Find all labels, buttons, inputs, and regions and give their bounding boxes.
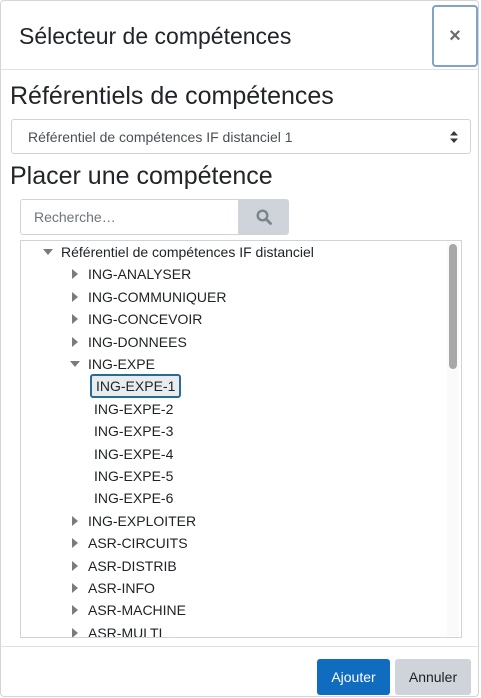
add-button[interactable]: Ajouter — [317, 659, 390, 695]
caret-right-icon[interactable] — [70, 291, 80, 302]
search-button[interactable] — [238, 199, 289, 235]
framework-select[interactable]: Référentiel de compétences IF distanciel… — [11, 119, 471, 154]
select-arrows-icon — [450, 131, 458, 143]
footer-divider — [1, 646, 478, 647]
caret-right-icon[interactable] — [70, 515, 80, 526]
tree-node-label: ING-EXPLOITER — [88, 512, 197, 529]
tree-node-label: Référentiel de compétences IF distanciel — [61, 244, 314, 260]
tree-leaf[interactable]: ING-EXPE-6 — [94, 487, 173, 509]
tree-node-label: ING-EXPE — [88, 356, 155, 372]
tree-leaf[interactable]: ING-EXPE-5 — [94, 465, 173, 487]
tree-node-label: ING-ANALYSER — [88, 266, 192, 283]
tree-leaf[interactable]: ING-EXPE-4 — [94, 443, 173, 465]
tree-node-label: ASR-CIRCUITS — [88, 535, 188, 552]
caret-down-icon[interactable] — [43, 247, 53, 257]
tree-node-label: ASR-MULTI — [88, 624, 163, 638]
tree-leaf[interactable]: ING-EXPE-3 — [94, 420, 173, 442]
tree-node-label: ASR-MACHINE — [88, 602, 187, 619]
tree-scrollbar-thumb[interactable] — [449, 244, 457, 369]
tree-node-label: ING-COMMUNIQUER — [88, 288, 227, 305]
tree-leaf[interactable]: ING-EXPE-2 — [94, 398, 173, 420]
framework-select-value: Référentiel de compétences IF distanciel… — [28, 129, 293, 145]
placement-heading: Placer une compétence — [10, 162, 273, 190]
frameworks-heading: Référentiels de compétences — [10, 82, 334, 110]
caret-right-icon[interactable] — [70, 583, 80, 593]
caret-right-icon[interactable] — [70, 269, 80, 280]
tree-leaf-selected[interactable]: ING-EXPE-1 — [90, 374, 182, 399]
dialog-title: Sélecteur de compétences — [19, 23, 292, 49]
tree-node-label: ASR-DISTRIB — [88, 557, 177, 574]
search-input[interactable] — [20, 199, 238, 235]
caret-right-icon[interactable] — [70, 336, 80, 347]
tree-node-label: ASR-INFO — [88, 580, 155, 596]
search-icon — [255, 209, 272, 225]
competency-tree: Référentiel de compétences IF distanciel… — [20, 240, 462, 638]
caret-right-icon[interactable] — [70, 314, 80, 325]
tree-node-label: ING-DONNEES — [88, 333, 187, 350]
tree-node-label: ING-CONCEVOIR — [88, 311, 203, 328]
caret-down-icon[interactable] — [70, 359, 80, 369]
caret-right-icon[interactable] — [70, 605, 80, 616]
caret-right-icon[interactable] — [70, 560, 80, 571]
caret-right-icon[interactable] — [70, 538, 80, 549]
close-icon: × — [449, 24, 461, 47]
caret-right-icon[interactable] — [70, 627, 80, 638]
cancel-button[interactable]: Annuler — [395, 659, 471, 695]
competency-picker-dialog: Sélecteur de compétences × Référentiels … — [0, 0, 479, 697]
close-button[interactable]: × — [432, 5, 478, 67]
dialog-header: Sélecteur de compétences × — [1, 1, 478, 70]
